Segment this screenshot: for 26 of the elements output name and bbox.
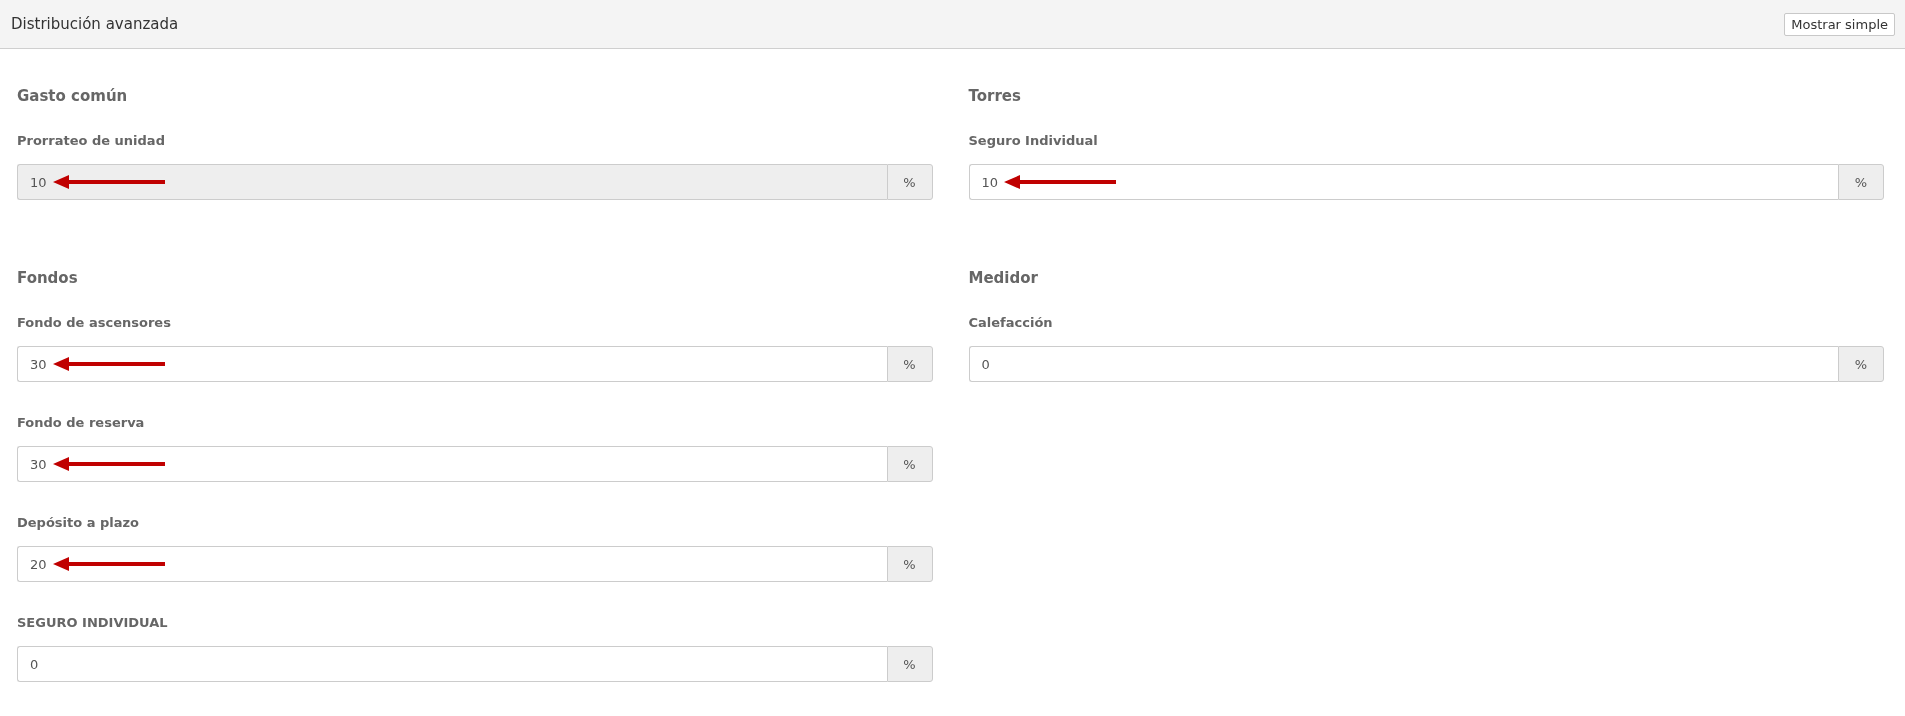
percent-input-field[interactable]: 0 (17, 646, 887, 682)
section-title: Gasto común (17, 87, 129, 105)
unit-addon: % (886, 446, 933, 482)
field-label: Calefacción (968, 315, 1054, 330)
percent-input-field[interactable]: 30 (17, 446, 887, 482)
section-title: Torres (968, 87, 1022, 105)
unit-addon: % (886, 546, 933, 582)
field-label: Seguro Individual (968, 133, 1099, 148)
field-label: SEGURO INDIVIDUAL (17, 615, 169, 630)
field-label: Depósito a plazo (17, 515, 141, 530)
unit-addon: % (886, 346, 933, 382)
panel-title: Distribución avanzada (11, 15, 179, 33)
field-label: Fondo de reserva (17, 415, 146, 430)
percent-input-field[interactable]: 20 (17, 546, 887, 582)
percent-input-field[interactable]: 30 (17, 346, 887, 382)
percent-input-field[interactable]: 10 (968, 164, 1838, 200)
unit-addon: % (1838, 346, 1884, 382)
field-label: Fondo de ascensores (17, 315, 172, 330)
section-title: Fondos (17, 269, 79, 287)
section-title: Medidor (968, 269, 1039, 287)
unit-addon: % (886, 646, 933, 682)
unit-addon: % (886, 164, 933, 200)
percent-input-field[interactable]: 0 (968, 346, 1838, 382)
show-simple-button[interactable]: Mostrar simple (1784, 12, 1895, 36)
unit-addon: % (1838, 164, 1884, 200)
field-label: Prorrateo de unidad (17, 133, 166, 148)
